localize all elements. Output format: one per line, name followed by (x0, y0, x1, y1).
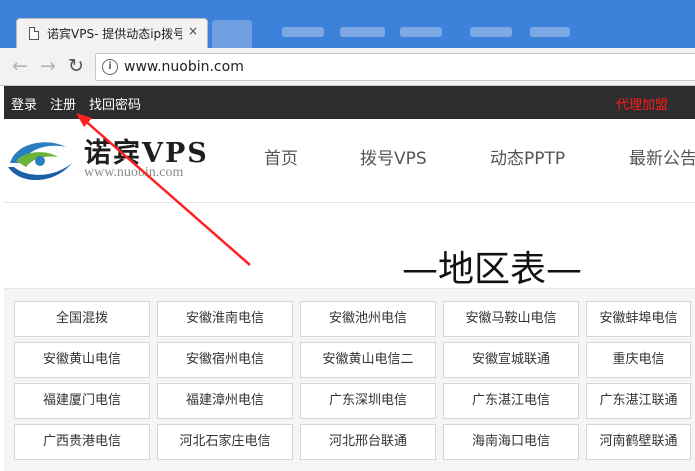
register-link[interactable]: 注册 (50, 94, 76, 113)
tab-close-icon[interactable]: × (188, 24, 198, 38)
region-cell[interactable]: 安徽池州电信 (300, 301, 436, 337)
recover-password-link[interactable]: 找回密码 (89, 94, 141, 113)
region-cell[interactable]: 广东湛江电信 (443, 383, 579, 419)
nav-announcements[interactable]: 最新公告 (629, 144, 695, 169)
blurred-bookmark (470, 27, 512, 37)
browser-tab-active[interactable]: 诺宾VPS- 提供动态ip拨号 × (16, 18, 208, 48)
browser-toolbar: ← → ↻ i www.nuobin.com (0, 48, 695, 86)
logo-domain: www.nuobin.com (84, 165, 184, 180)
region-cell[interactable]: 广东湛江联通 (586, 383, 691, 419)
tab-title: 诺宾VPS- 提供动态ip拨号 (47, 27, 182, 41)
region-cell[interactable]: 安徽蚌埠电信 (586, 301, 691, 337)
region-cell[interactable]: 河北邢台联通 (300, 424, 436, 460)
blurred-bookmark (340, 27, 385, 37)
info-icon[interactable]: i (102, 59, 118, 75)
region-cell[interactable]: 安徽宿州电信 (157, 342, 293, 378)
nav-dial-vps[interactable]: 拨号VPS (360, 144, 427, 169)
region-cell[interactable]: 河南鹤壁联通 (586, 424, 691, 460)
document-icon (29, 27, 39, 40)
blurred-bookmark (530, 27, 570, 37)
forward-icon[interactable]: → (40, 56, 56, 76)
back-icon[interactable]: ← (12, 56, 28, 76)
new-tab-button[interactable] (212, 20, 252, 48)
login-link[interactable]: 登录 (11, 94, 37, 113)
region-cell[interactable]: 福建厦门电信 (14, 383, 150, 419)
site-header: 诺宾VPS www.nuobin.com 首页 拨号VPS 动态PPTP 最新公… (4, 119, 695, 203)
nav-dynamic-pptp[interactable]: 动态PPTP (490, 144, 565, 169)
region-cell[interactable]: 广西贵港电信 (14, 424, 150, 460)
region-cell[interactable]: 河北石家庄电信 (157, 424, 293, 460)
region-cell[interactable]: 广东深圳电信 (300, 383, 436, 419)
agent-join-link[interactable]: 代理加盟 (616, 94, 668, 113)
region-cell[interactable]: 福建漳州电信 (157, 383, 293, 419)
region-cell[interactable]: 安徽宣城联通 (443, 342, 579, 378)
browser-tab-strip: 诺宾VPS- 提供动态ip拨号 × (0, 0, 695, 48)
nav-home[interactable]: 首页 (264, 144, 298, 169)
address-bar[interactable]: i www.nuobin.com (95, 53, 695, 81)
region-cell[interactable]: 安徽马鞍山电信 (443, 301, 579, 337)
site-top-bar: 登录 注册 找回密码 代理加盟 (4, 86, 695, 119)
reload-icon[interactable]: ↻ (68, 56, 84, 76)
region-cell[interactable]: 海南海口电信 (443, 424, 579, 460)
region-cell[interactable]: 安徽黄山电信二 (300, 342, 436, 378)
region-cell[interactable]: 安徽黄山电信 (14, 342, 150, 378)
blurred-bookmark (400, 27, 442, 37)
logo-swirl-icon (8, 142, 72, 181)
region-cell[interactable]: 安徽淮南电信 (157, 301, 293, 337)
region-cell[interactable]: 全国混拨 (14, 301, 150, 337)
page-title: —地区表— (402, 249, 583, 290)
region-cell[interactable]: 重庆电信 (586, 342, 691, 378)
url-text[interactable]: www.nuobin.com (124, 59, 244, 75)
blurred-bookmark (282, 27, 324, 37)
region-grid: 全国混拨 安徽淮南电信 安徽池州电信 安徽马鞍山电信 安徽蚌埠电信 安徽黄山电信… (4, 288, 695, 471)
